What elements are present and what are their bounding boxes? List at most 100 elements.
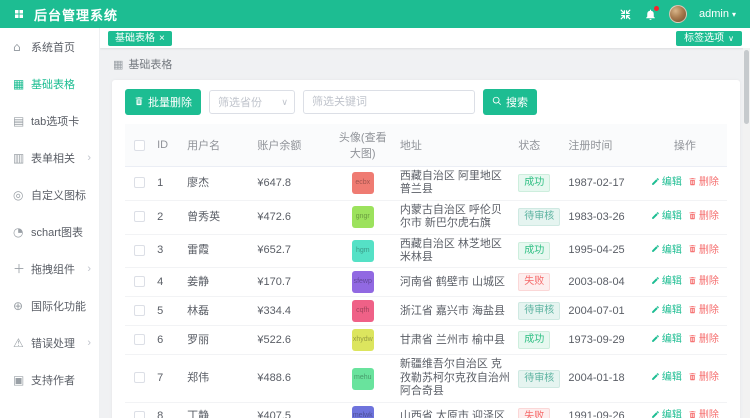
chevron-down-icon: ∨ [728,31,734,46]
delete-button[interactable]: 删除 [688,372,719,385]
chevron-right-icon: › [87,263,91,275]
cell-id: 6 [153,326,183,355]
search-button[interactable]: 搜索 [483,89,537,115]
cell-balance: ¥488.6 [253,355,329,402]
scrollbar-thumb[interactable] [744,50,749,124]
edit-icon [651,244,660,257]
column-header-avatar: 头像(查看大图) [330,124,396,167]
user-avatar-image[interactable]: mehu [352,368,374,390]
user-avatar-image[interactable]: hgm [352,240,374,262]
delete-button[interactable]: 删除 [688,177,719,190]
sidebar-item-label: 错误处理 [31,335,75,351]
row-checkbox[interactable] [134,372,145,383]
status-badge: 成功 [518,331,550,349]
user-menu[interactable]: admin ▾ [699,8,736,20]
sidebar-item-tabs[interactable]: ▤tab选项卡 [0,102,99,139]
sidebar-item-form[interactable]: ▥表单相关› [0,139,99,176]
user-avatar-image[interactable]: ecbx [352,172,374,194]
trash-icon [134,96,144,109]
cell-balance: ¥170.7 [253,268,329,297]
cell-balance: ¥647.8 [253,167,329,201]
batch-delete-button[interactable]: 批量删除 [125,89,201,115]
edit-button[interactable]: 编辑 [651,334,682,347]
row-checkbox[interactable] [134,177,145,188]
app-window: 后台管理系统 admin ▾ ⌂系统首页▦基础表格▤tab选项卡▥表单相关›◎ [0,0,750,418]
column-header-balance: 账户余额 [253,124,329,167]
app-title: 后台管理系统 [34,5,118,24]
table-icon: ▦ [113,58,123,71]
sidebar-item-label: 表单相关 [31,150,75,166]
delete-button[interactable]: 删除 [688,334,719,347]
chart-icon: ◔ [13,225,31,239]
search-icon [492,96,502,109]
edit-button[interactable]: 编辑 [651,410,682,418]
select-all-checkbox[interactable] [134,140,145,151]
cell-register-date: 1991-09-26 [564,402,642,418]
keyword-input[interactable] [303,90,475,114]
sidebar-item-i18n[interactable]: ⊕国际化功能 [0,287,99,324]
row-checkbox[interactable] [134,305,145,316]
province-select[interactable]: 筛选省份 ∨ [209,90,295,114]
edit-button[interactable]: 编辑 [651,244,682,257]
user-avatar-image[interactable]: gngr [352,206,374,228]
cell-username: 林磊 [183,297,253,326]
top-header: 后台管理系统 admin ▾ [0,0,750,28]
status-badge: 待审核 [518,370,560,388]
status-badge: 待审核 [518,302,560,320]
trash-icon [688,211,697,224]
delete-button[interactable]: 删除 [688,410,719,418]
grid-icon[interactable] [13,8,25,20]
row-checkbox[interactable] [134,276,145,287]
table-row: 7郑伟¥488.6mehu新疆维吾尔自治区 克孜勒苏柯尔克孜自治州 阿合奇县待审… [125,355,727,402]
cell-register-date: 1973-09-29 [564,326,642,355]
user-avatar-image[interactable]: sfewp [352,271,374,293]
sidebar-item-label: 系统首页 [31,39,75,55]
content-area: ▦ 基础表格 批量删除 筛选省份 ∨ [100,48,750,418]
sidebar-item-table[interactable]: ▦基础表格 [0,65,99,102]
row-checkbox[interactable] [134,411,145,418]
user-avatar-image[interactable]: xhydw [352,329,374,351]
close-icon[interactable]: × [159,31,165,46]
table-row: 2曾秀英¥472.6gngr内蒙古自治区 呼伦贝尔市 新巴尔虎右旗待审核1983… [125,200,727,234]
cell-id: 1 [153,167,183,201]
status-badge: 失败 [518,408,550,418]
sidebar-item-error[interactable]: ⚠错误处理› [0,324,99,361]
delete-button[interactable]: 删除 [688,276,719,289]
home-icon: ⌂ [13,40,31,54]
edit-button[interactable]: 编辑 [651,305,682,318]
edit-button[interactable]: 编辑 [651,372,682,385]
edit-button[interactable]: 编辑 [651,211,682,224]
row-checkbox[interactable] [134,211,145,222]
chevron-right-icon: › [87,152,91,164]
row-checkbox[interactable] [134,334,145,345]
sidebar-item-label: schart图表 [31,224,83,240]
cell-id: 8 [153,402,183,418]
user-avatar-image[interactable]: melwk [352,406,374,418]
table-card: 批量删除 筛选省份 ∨ 搜索 [112,80,740,418]
sidebar-item-home[interactable]: ⌂系统首页 [0,28,99,65]
scrollbar-track[interactable] [743,48,750,418]
fullscreen-icon[interactable] [619,8,632,21]
cell-register-date: 2004-01-18 [564,355,642,402]
sidebar-item-icons[interactable]: ◎自定义图标 [0,176,99,213]
tab-basic-table[interactable]: 基础表格 × [108,31,172,46]
table-row: 8丁静¥407.5melwk山西省 太原市 迎泽区失败1991-09-26编辑删… [125,402,727,418]
tab-options-button[interactable]: 标签选项 ∨ [676,31,742,46]
status-badge: 失败 [518,273,550,291]
user-avatar[interactable] [669,5,687,23]
bell-icon[interactable] [644,8,657,21]
sidebar-item-charts[interactable]: ◔schart图表 [0,213,99,250]
user-avatar-image[interactable]: cqfh [352,300,374,322]
cell-username: 雷霞 [183,234,253,268]
status-badge: 待审核 [518,208,560,226]
delete-button[interactable]: 删除 [688,211,719,224]
chevron-down-icon: ▾ [732,10,736,19]
sidebar: ⌂系统首页▦基础表格▤tab选项卡▥表单相关›◎自定义图标◔schart图表＋拖… [0,28,100,418]
delete-button[interactable]: 删除 [688,244,719,257]
delete-button[interactable]: 删除 [688,305,719,318]
sidebar-item-donate[interactable]: ▣支持作者 [0,361,99,398]
edit-button[interactable]: 编辑 [651,177,682,190]
sidebar-item-drag[interactable]: ＋拖拽组件› [0,250,99,287]
edit-button[interactable]: 编辑 [651,276,682,289]
row-checkbox[interactable] [134,245,145,256]
